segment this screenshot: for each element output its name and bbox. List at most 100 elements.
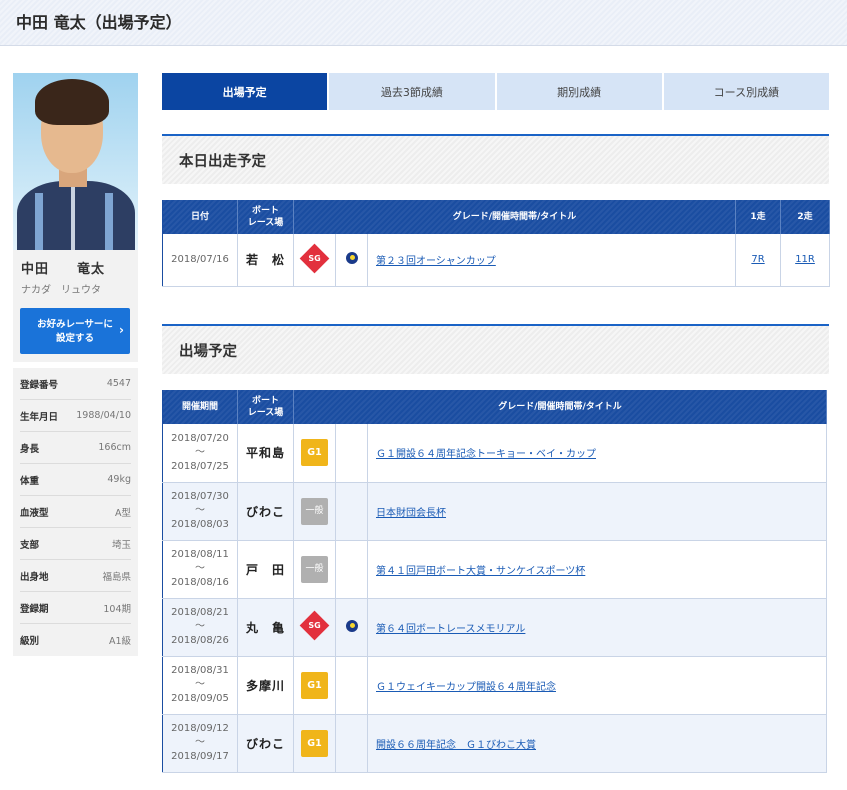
grade-ippan-badge: 一般 xyxy=(301,497,328,525)
nighter-moon-icon xyxy=(345,252,358,265)
tab-2[interactable]: 期別成績 xyxy=(496,73,662,110)
period-start: 2018/07/20 xyxy=(171,432,229,444)
period-sep: ～ xyxy=(195,446,205,458)
period-start: 2018/08/31 xyxy=(171,665,229,676)
time-cell xyxy=(335,482,368,541)
race-title-link[interactable]: 第６４回ボートレースメモリアル xyxy=(376,624,525,635)
grade-cell: SG xyxy=(293,598,336,657)
schedule-section-header: 出場予定 xyxy=(162,324,829,374)
page-title: 中田 竜太（出場予定） xyxy=(16,13,182,32)
info-row: 級別 A1級 xyxy=(20,624,131,656)
venue: びわこ xyxy=(237,714,294,773)
race-title-link[interactable]: 日本財団会長杯 xyxy=(376,508,446,519)
period-sep: ～ xyxy=(195,563,205,574)
info-label: 級別 xyxy=(20,636,40,647)
race-title-link[interactable]: Ｇ１開設６４周年記念トーキョー・ベイ・カップ xyxy=(376,449,596,460)
info-value: 福島県 xyxy=(102,571,131,583)
grade-sg-badge: SG xyxy=(299,610,330,641)
title-cell: 日本財団会長杯 xyxy=(367,482,828,541)
fav-label-1: お好みレーサーに xyxy=(37,319,113,330)
tab-1[interactable]: 過去3節成績 xyxy=(329,73,495,110)
period-sep: ～ xyxy=(195,679,205,690)
info-row: 身長 166cm xyxy=(20,432,131,464)
table-row: 2018/08/31 ～ 2018/09/05 多摩川 G1 Ｇ１ウェイキーカッ… xyxy=(162,656,828,715)
table-row: 2018/08/11 ～ 2018/08/16 戸 田 一般 第４１回戸田ボート… xyxy=(162,540,828,599)
venue: 多摩川 xyxy=(237,656,294,715)
grade-cell: 一般 xyxy=(293,540,336,599)
table-row: 2018/07/20 ～ 2018/07/25 平和島 G1 Ｇ１開設６４周年記… xyxy=(162,424,828,483)
grade-ippan-badge: 一般 xyxy=(301,555,328,583)
table-row: 2018/07/16 若 松 SG 第２３回オーシャンカップ 7R 11R xyxy=(162,234,831,287)
info-label: 血液型 xyxy=(20,507,49,519)
race-title-link[interactable]: Ｇ１ウェイキーカップ開設６４周年記念 xyxy=(376,682,556,693)
table-row: 2018/08/21 ～ 2018/08/26 丸 亀 SG 第６４回ボートレー… xyxy=(162,598,828,657)
time-cell xyxy=(335,234,368,287)
table-row: 2018/09/12 ～ 2018/09/17 びわこ G1 開設６６周年記念 … xyxy=(162,714,828,773)
grade-g1-badge: G1 xyxy=(301,729,328,757)
col-date: 日付 xyxy=(162,200,238,234)
racer-profile: 中田 竜太 ナカダ リュウタ お好みレーサーに 設定する › 登録番号 4547… xyxy=(13,73,138,656)
favorite-racer-button[interactable]: お好みレーサーに 設定する › xyxy=(20,308,130,354)
today-section-header: 本日出走予定 xyxy=(162,134,829,184)
info-row: 支部 埼玉 xyxy=(20,528,131,560)
race-title-link[interactable]: 開設６６周年記念 Ｇ１びわこ大賞 xyxy=(376,740,536,751)
period-cell: 2018/08/21 ～ 2018/08/26 xyxy=(162,598,238,657)
fav-label-2: 設定する xyxy=(55,333,94,344)
title-cell: 第４１回戸田ボート大賞・サンケイスポーツ杯 xyxy=(367,540,828,599)
period-cell: 2018/08/31 ～ 2018/09/05 xyxy=(162,656,238,715)
info-label: 登録期 xyxy=(20,603,49,615)
time-cell xyxy=(335,656,368,715)
title-cell: 第２３回オーシャンカップ xyxy=(367,234,737,287)
tab-0[interactable]: 出場予定 xyxy=(162,73,328,110)
nighter-moon-icon xyxy=(345,619,358,632)
schedule-table: 開催期間 ボート レース場 グレード/開催時間帯/タイトル 2018/07/20 … xyxy=(162,390,828,773)
grade-sg-badge: SG xyxy=(299,243,330,274)
grade-g1-badge: G1 xyxy=(301,671,328,699)
period-cell: 2018/09/12 ～ 2018/09/17 xyxy=(162,714,238,773)
info-row: 登録期 104期 xyxy=(20,592,131,624)
period-end: 2018/09/05 xyxy=(171,693,229,704)
col-title: グレード/開催時間帯/タイトル xyxy=(293,200,737,234)
time-cell xyxy=(335,540,368,599)
info-row: 登録番号 4547 xyxy=(20,368,131,400)
period-cell: 2018/07/20 ～ 2018/07/25 xyxy=(162,424,238,483)
page-header: 中田 竜太（出場予定） xyxy=(0,0,847,46)
period-cell: 2018/08/11 ～ 2018/08/16 xyxy=(162,540,238,599)
col-race1: 1走 xyxy=(735,200,782,234)
grade-g1-badge: G1 xyxy=(301,439,328,467)
race2-cell: 11R xyxy=(780,234,831,287)
racer-info-list: 登録番号 4547 生年月日 1988/04/10 身長 166cm 体重 49kg 血… xyxy=(13,368,138,656)
period-sep: ～ xyxy=(195,621,205,632)
venue: びわこ xyxy=(237,482,294,541)
tab-3[interactable]: コース別成績 xyxy=(663,73,829,110)
info-value: 104期 xyxy=(103,603,131,615)
grade-cell: 一般 xyxy=(293,482,336,541)
info-label: 登録番号 xyxy=(20,379,59,391)
period-start: 2018/08/21 xyxy=(171,607,229,618)
venue: 戸 田 xyxy=(237,540,294,599)
info-label: 身長 xyxy=(20,443,40,455)
period-sep: ～ xyxy=(195,737,205,748)
info-value: 49kg xyxy=(107,474,131,485)
title-cell: Ｇ１開設６４周年記念トーキョー・ベイ・カップ xyxy=(367,424,828,483)
race1-link[interactable]: 7R xyxy=(751,254,764,265)
col-race2: 2走 xyxy=(780,200,831,234)
race-title-link[interactable]: 第４１回戸田ボート大賞・サンケイスポーツ杯 xyxy=(376,566,585,577)
period-end: 2018/08/03 xyxy=(171,519,229,530)
info-row: 出身地 福島県 xyxy=(20,560,131,592)
info-row: 生年月日 1988/04/10 xyxy=(20,400,131,432)
race2-link[interactable]: 11R xyxy=(795,254,815,265)
period-sep: ～ xyxy=(195,505,205,516)
col-title: グレード/開催時間帯/タイトル xyxy=(293,390,828,424)
col-venue: ボート レース場 xyxy=(237,390,294,424)
info-value: A型 xyxy=(115,507,131,519)
col-period: 開催期間 xyxy=(162,390,238,424)
table-row: 2018/07/30 ～ 2018/08/03 びわこ 一般 日本財団会長杯 xyxy=(162,482,828,541)
racer-photo xyxy=(13,73,138,250)
chevron-right-icon: › xyxy=(119,323,124,337)
race-title-link[interactable]: 第２３回オーシャンカップ xyxy=(376,256,496,267)
tab-bar: 出場予定 過去3節成績 期別成績 コース別成績 xyxy=(162,73,829,110)
info-label: 支部 xyxy=(20,539,40,551)
time-cell xyxy=(335,714,368,773)
col-venue: ボート レース場 xyxy=(237,200,294,234)
